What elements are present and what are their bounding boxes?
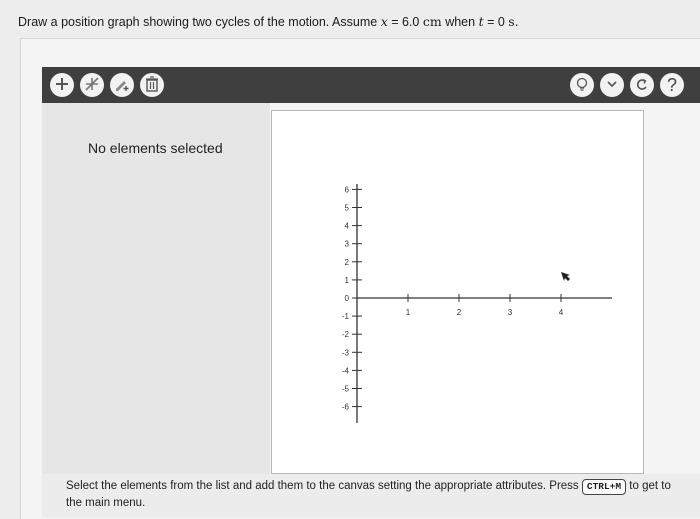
undo-icon [634,76,650,95]
add-button[interactable] [50,73,74,97]
slash-star-icon [83,75,101,96]
bulb-icon [574,76,590,95]
pencil-plus-icon [113,75,131,96]
y-tick-label: 0 [345,294,350,303]
unit-cm: cm [422,14,442,29]
y-tick-label: 3 [345,240,350,249]
y-tick-label: 1 [345,276,350,285]
shortcut-key: CTRL+M [581,479,627,495]
graph-toolbar: ? [42,67,700,103]
y-tick-label: -4 [342,366,350,375]
y-tick-label: -3 [342,348,350,357]
help-text: Select the elements from the list and ad… [66,479,671,509]
x-tick-label: 3 [508,308,513,317]
var-x: x [380,14,388,29]
help-icon: ? [666,75,677,95]
help-button[interactable]: ? [660,73,684,97]
cursor-icon [561,272,570,281]
y-tick-label: -1 [342,312,350,321]
element-panel [42,103,270,475]
draw-button[interactable] [110,73,134,97]
question-text: Draw a position graph showing two cycles… [18,14,519,29]
trash-icon [145,75,159,95]
axes: 6 5 4 3 2 1 0 -1 -2 -3 -4 -5 -6 1 2 3 4 [342,184,612,423]
undo-button[interactable] [630,73,654,97]
clear-button[interactable] [80,73,104,97]
hint-button[interactable] [570,73,594,97]
y-tick-label: -2 [342,330,350,339]
y-tick-label: 6 [345,185,350,194]
graph-canvas[interactable]: 6 5 4 3 2 1 0 -1 -2 -3 -4 -5 -6 1 2 3 4 [271,110,644,474]
x-tick-label: 4 [559,308,564,317]
y-tick-label: 5 [345,204,350,213]
chevron-down-icon [605,76,619,94]
selection-status: No elements selected [88,140,223,156]
unit-s: s. [508,14,519,29]
expand-button[interactable] [600,73,624,97]
x-tick-label: 1 [406,308,411,317]
y-tick-label: 2 [345,258,350,267]
x-tick-label: 2 [457,308,462,317]
delete-button[interactable] [140,73,164,97]
y-tick-label: -6 [342,403,350,412]
graph-svg[interactable]: 6 5 4 3 2 1 0 -1 -2 -3 -4 -5 -6 1 2 3 4 [272,111,643,473]
y-tick-label: 4 [345,222,350,231]
plus-icon [54,76,70,95]
y-tick-label: -5 [342,385,350,394]
